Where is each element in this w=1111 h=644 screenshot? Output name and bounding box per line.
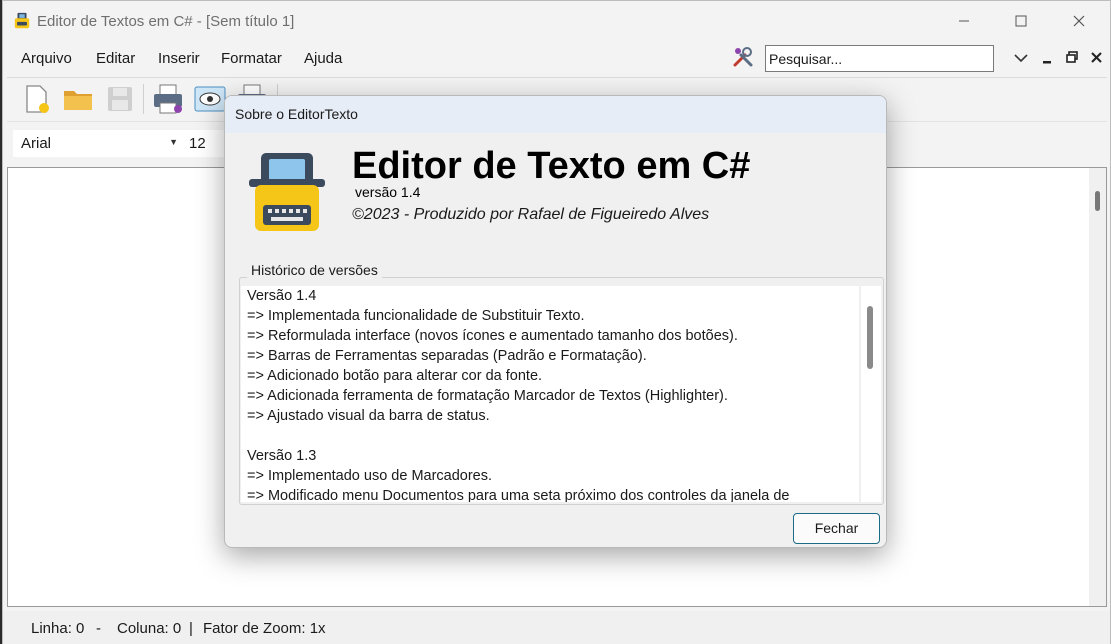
menu-inserir[interactable]: Inserir (158, 50, 200, 67)
maximize-button[interactable] (993, 1, 1049, 41)
history-line: => Ajustado visual da barra de status. (247, 408, 490, 424)
preview-eye-icon[interactable] (193, 82, 227, 116)
version-history-text[interactable]: Versão 1.4 => Implementada funcionalidad… (241, 286, 859, 502)
mdi-minimize-icon[interactable] (1043, 56, 1051, 64)
status-zoom: Fator de Zoom: 1x (203, 620, 326, 637)
new-document-icon[interactable] (19, 82, 53, 116)
window-title: Editor de Textos em C# - [Sem título 1] (37, 13, 295, 30)
history-line: => Reformulada interface (novos ícones e… (247, 328, 738, 344)
open-folder-icon[interactable] (61, 82, 95, 116)
close-window-button[interactable] (1051, 1, 1107, 41)
maximize-icon (1015, 15, 1027, 27)
close-dialog-button[interactable]: Fechar (793, 513, 880, 544)
status-column: Coluna: 0 (117, 620, 182, 637)
search-input[interactable] (765, 45, 994, 72)
mdi-close-icon[interactable] (1091, 52, 1102, 63)
title-bar: Editor de Textos em C# - [Sem título 1] (3, 1, 1110, 41)
minimize-button[interactable] (936, 1, 992, 41)
history-scrollbar[interactable] (861, 286, 881, 502)
chevron-down-icon[interactable] (1014, 53, 1028, 63)
history-line: => Adicionado botão para alterar cor da … (247, 368, 543, 384)
menu-ajuda[interactable]: Ajuda (304, 50, 342, 67)
dialog-title: Sobre o EditorTexto (235, 106, 358, 122)
dropdown-arrow-icon: ▼ (169, 137, 178, 147)
status-bar: Linha: 0 - Coluna: 0 | Fator de Zoom: 1x (3, 611, 1110, 644)
status-separator: | (189, 620, 193, 637)
save-icon[interactable] (103, 82, 137, 116)
about-dialog: Sobre o EditorTexto Editor de Texto em C… (224, 95, 887, 548)
typewriter-icon (249, 153, 325, 231)
history-line: => Adicionada ferramenta de formatação M… (247, 388, 728, 404)
font-family-value: Arial (21, 135, 52, 152)
font-family-combo[interactable]: Arial ▼ (13, 130, 183, 157)
tools-icon[interactable] (731, 45, 755, 69)
editor-scrollbar[interactable] (1089, 168, 1106, 606)
status-separator: - (96, 620, 101, 637)
minimize-icon (959, 20, 969, 22)
toolbar-separator (143, 84, 144, 114)
history-line: Versão 1.3 (247, 448, 317, 464)
close-icon (1073, 15, 1085, 27)
print-preview-icon[interactable] (151, 82, 185, 116)
history-line: => Implementada funcionalidade de Substi… (247, 308, 585, 324)
menu-arquivo[interactable]: Arquivo (21, 50, 72, 67)
menu-editar[interactable]: Editar (96, 50, 135, 67)
history-line: => Modificado menu Documentos para uma s… (247, 488, 790, 502)
font-size-value: 12 (189, 135, 206, 152)
app-version: versão 1.4 (355, 184, 421, 200)
mdi-restore-icon[interactable] (1066, 51, 1078, 63)
history-line: => Barras de Ferramentas separadas (Padr… (247, 348, 647, 364)
history-line (241, 426, 789, 446)
typewriter-icon (14, 12, 30, 29)
version-history-label: Histórico de versões (247, 262, 382, 278)
app-name: Editor de Texto em C# (352, 145, 751, 187)
status-line: Linha: 0 (31, 620, 85, 637)
scrollbar-thumb[interactable] (1095, 191, 1100, 211)
menu-formatar[interactable]: Formatar (221, 50, 282, 67)
scrollbar-thumb[interactable] (867, 306, 873, 369)
dialog-title-bar: Sobre o EditorTexto (225, 96, 886, 133)
app-copyright: ©2023 - Produzido por Rafael de Figueire… (352, 206, 710, 223)
history-line: => Implementado uso de Marcadores. (247, 468, 493, 484)
history-line: Versão 1.4 (247, 288, 317, 304)
